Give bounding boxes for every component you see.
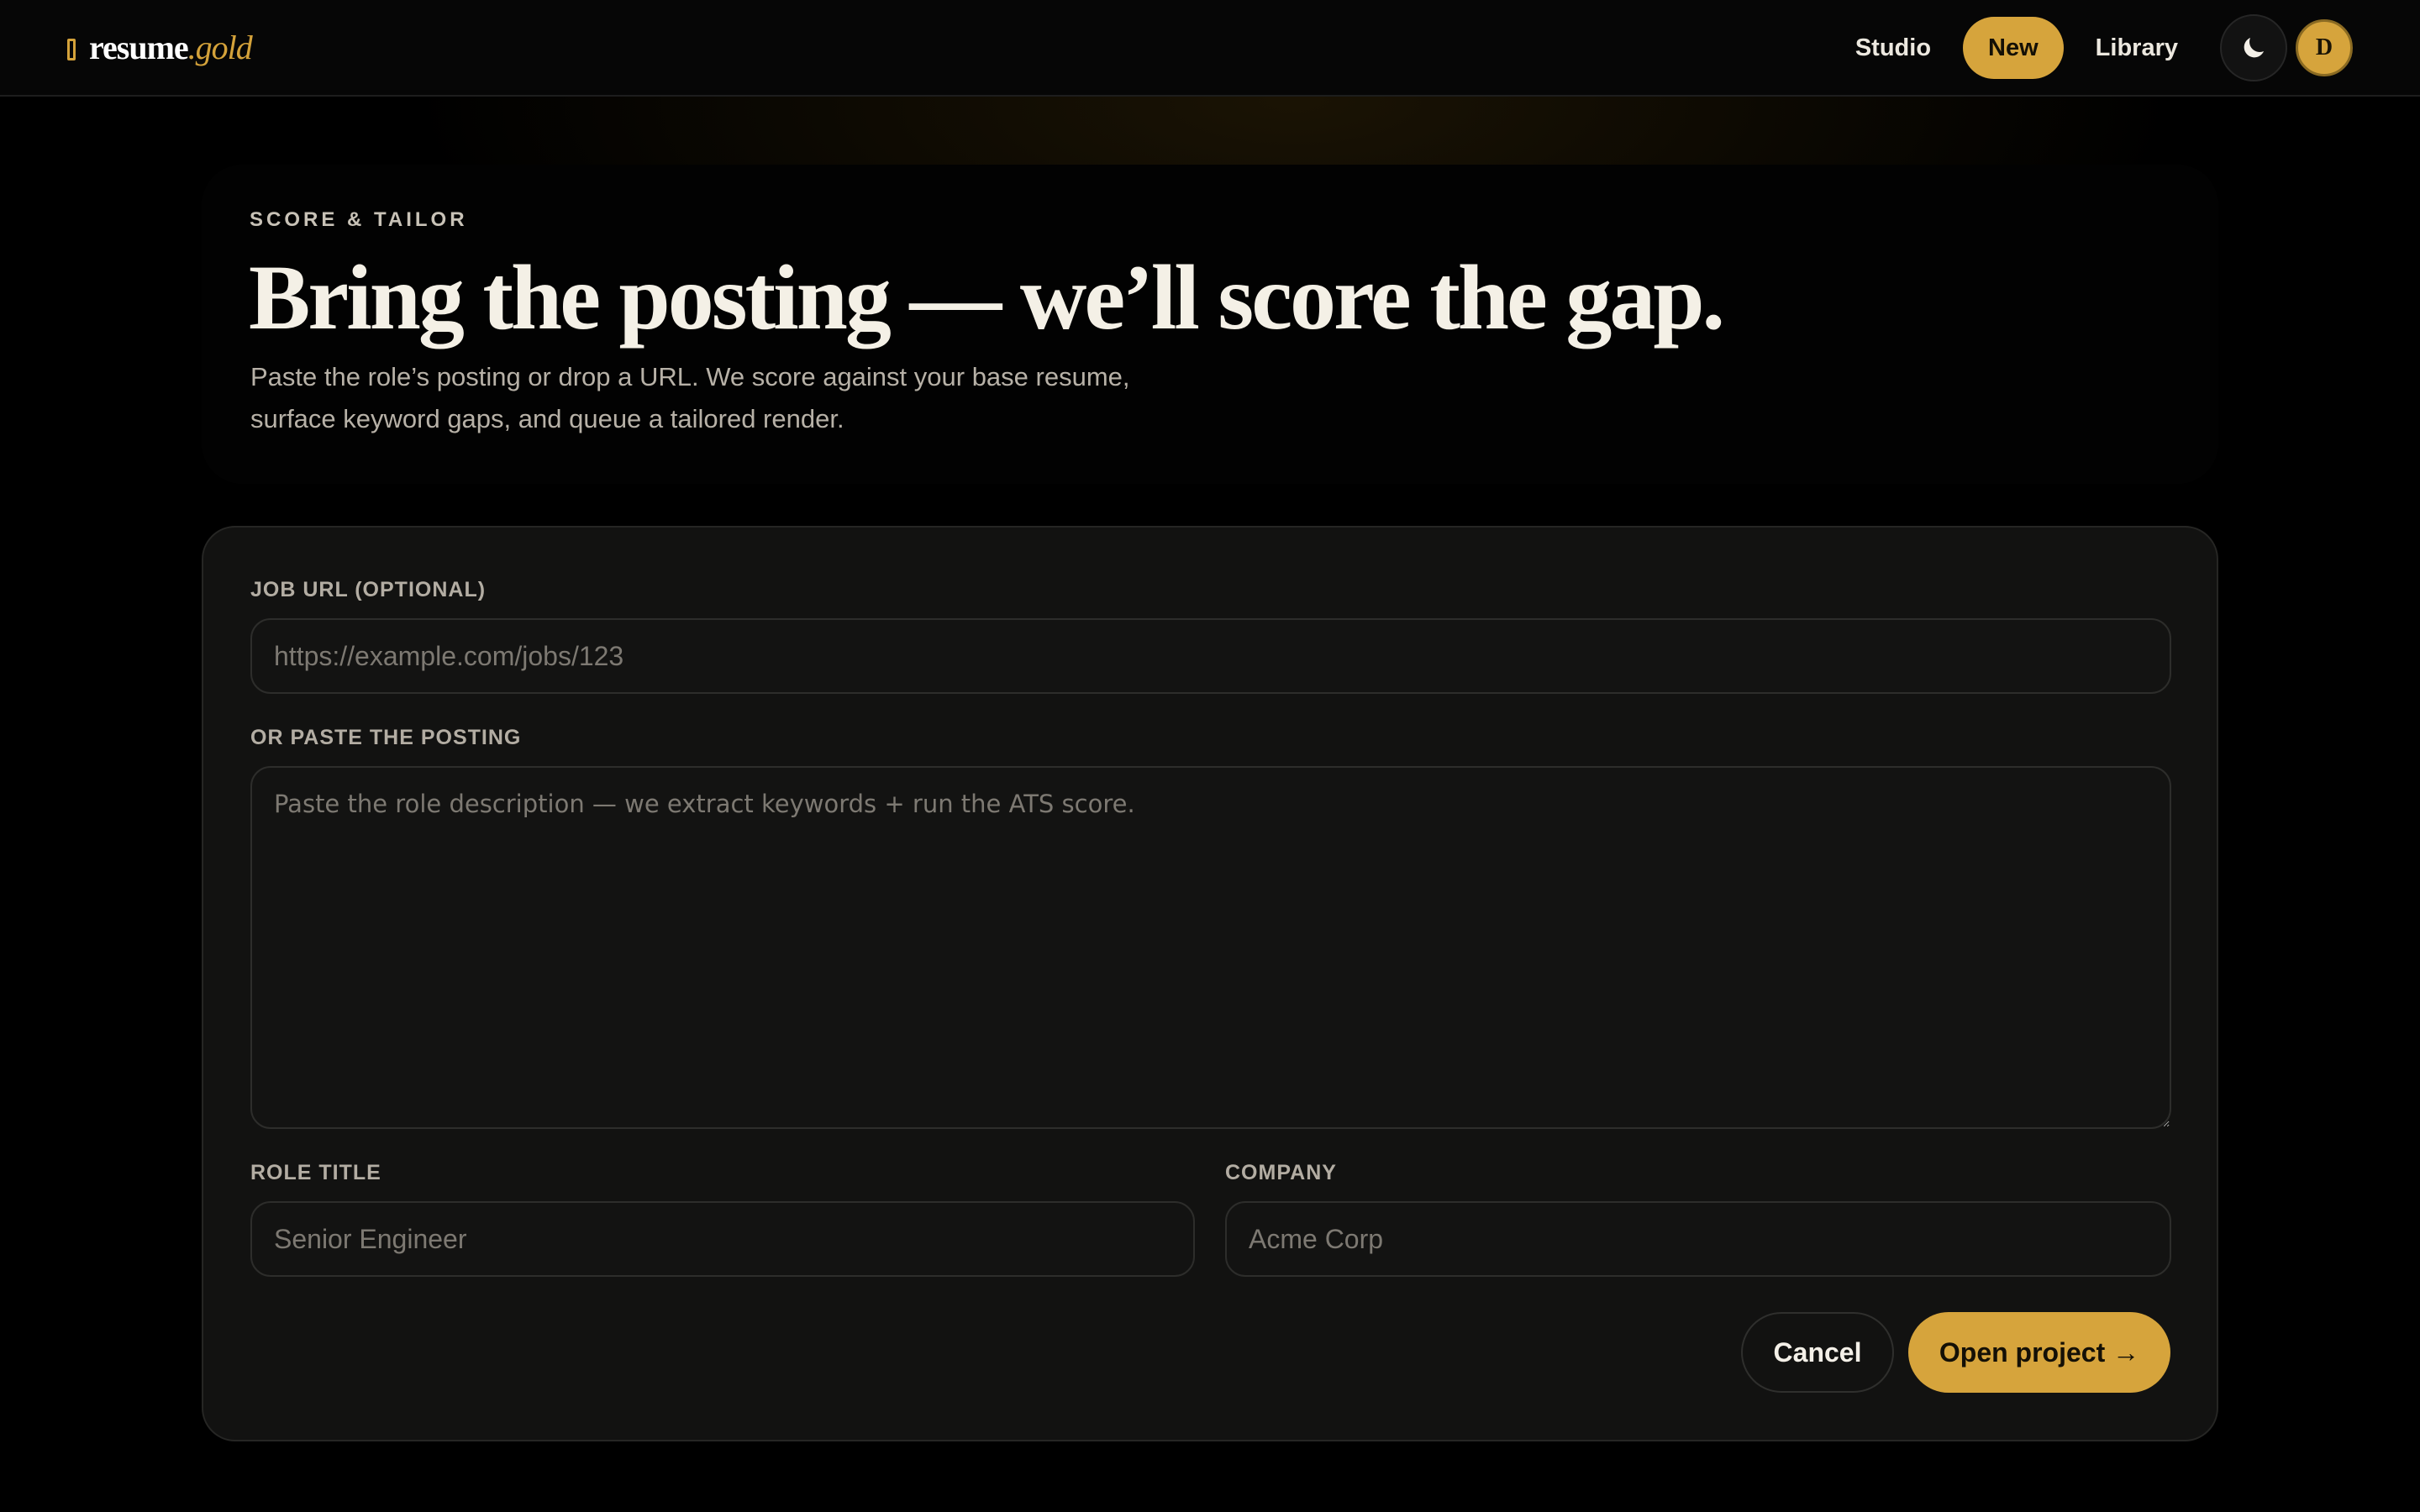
nav-studio[interactable]: Studio	[1839, 17, 1948, 79]
main-nav: Studio New Library D	[1839, 14, 2353, 81]
brand-name-main: resume	[89, 29, 189, 66]
role-title-input[interactable]	[250, 1201, 1195, 1277]
posting-label: OR PASTE THE POSTING	[250, 726, 522, 749]
job-url-input[interactable]	[250, 618, 2171, 694]
brand-logo[interactable]: resume.gold	[67, 25, 253, 71]
top-bar: resume.gold Studio New Library D	[0, 0, 2420, 97]
theme-toggle-button[interactable]	[2220, 14, 2287, 81]
job-url-label: JOB URL (OPTIONAL)	[250, 578, 487, 601]
company-label: COMPANY	[1225, 1161, 1337, 1184]
nav-library[interactable]: Library	[2079, 17, 2195, 79]
open-project-button[interactable]: Open project →	[1908, 1312, 2170, 1393]
hero-section: SCORE & TAILOR Bring the posting — we’ll…	[202, 165, 2218, 484]
posting-textarea[interactable]	[250, 766, 2171, 1129]
brand-name: resume.gold	[89, 29, 253, 66]
moon-icon	[2244, 37, 2265, 58]
user-avatar[interactable]: D	[2296, 19, 2353, 76]
job-form-card: JOB URL (OPTIONAL) OR PASTE THE POSTING …	[202, 526, 2218, 1441]
cancel-button[interactable]: Cancel	[1741, 1312, 1894, 1393]
hero-eyebrow: SCORE & TAILOR	[250, 208, 468, 231]
brand-name-accent: .gold	[187, 29, 253, 66]
nav-new[interactable]: New	[1963, 17, 2064, 79]
page: resume.gold Studio New Library D SCORE &…	[0, 0, 2420, 1512]
hero-description: Paste the role’s posting or drop a URL. …	[250, 362, 1130, 433]
role-title-label: ROLE TITLE	[250, 1161, 381, 1184]
bookmark-icon	[67, 39, 76, 60]
page-title: Bring the posting — we’ll score the gap.	[249, 246, 1725, 349]
company-input[interactable]	[1225, 1201, 2171, 1277]
